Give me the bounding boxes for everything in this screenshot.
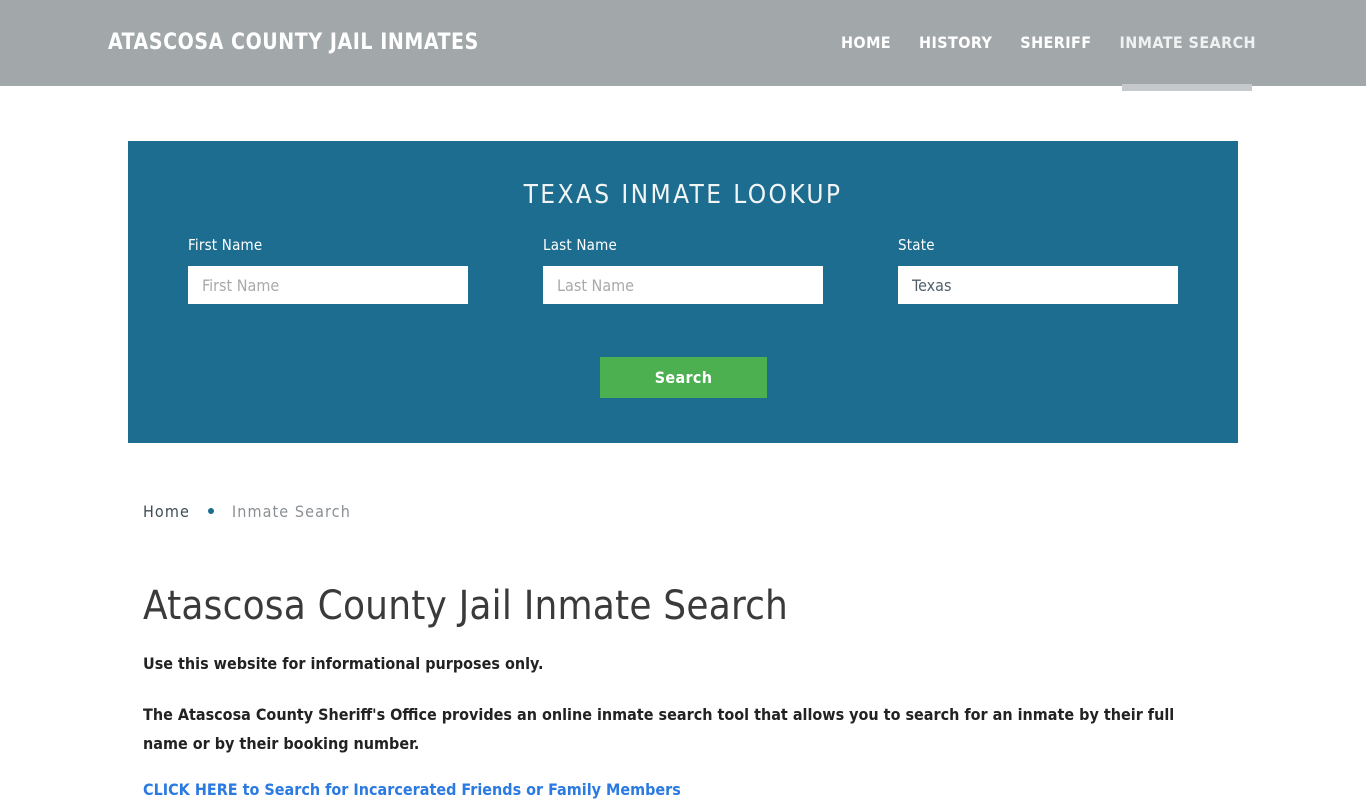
breadcrumb-separator-dot-icon	[207, 508, 214, 514]
last-name-label: Last Name	[543, 236, 618, 254]
search-button[interactable]: Search	[600, 357, 767, 398]
site-logo[interactable]: Atascosa County Jail Inmates	[108, 30, 479, 55]
nav-item-sheriff[interactable]: Sheriff	[1006, 32, 1105, 54]
main-content: Home Inmate Search Atascosa County Jail …	[143, 500, 1223, 800]
main-navigation: Home History Sheriff Inmate Search	[827, 32, 1256, 54]
last-name-input[interactable]	[543, 266, 823, 304]
nav-item-home[interactable]: Home	[827, 32, 905, 54]
state-field-group: State	[898, 236, 1178, 304]
intro-paragraph: Use this website for informational purpo…	[143, 654, 544, 673]
first-name-field-group: First Name	[188, 236, 468, 304]
state-input[interactable]	[898, 266, 1178, 304]
state-label: State	[898, 236, 935, 254]
last-name-field-group: Last Name	[543, 236, 823, 304]
site-header: Atascosa County Jail Inmates Home Histor…	[0, 0, 1366, 86]
nav-active-indicator	[1122, 84, 1252, 91]
lookup-panel-title: Texas Inmate Lookup	[523, 180, 843, 210]
description-paragraph: The Atascosa County Sheriff's Office pro…	[143, 705, 1175, 753]
first-name-input[interactable]	[188, 266, 468, 304]
first-name-label: First Name	[188, 236, 263, 254]
inmate-lookup-panel: Texas Inmate Lookup First Name Last Name…	[128, 141, 1238, 443]
breadcrumb-home-link[interactable]: Home	[143, 502, 190, 521]
breadcrumb-current-page: Inmate Search	[231, 501, 351, 521]
nav-item-history[interactable]: History	[905, 32, 1006, 54]
nav-item-inmate-search[interactable]: Inmate Search	[1105, 32, 1256, 54]
breadcrumb: Home Inmate Search	[143, 500, 1223, 522]
page-title: Atascosa County Jail Inmate Search	[143, 583, 789, 629]
inmate-search-cta-link[interactable]: CLICK HERE to Search for Incarcerated Fr…	[143, 780, 681, 799]
